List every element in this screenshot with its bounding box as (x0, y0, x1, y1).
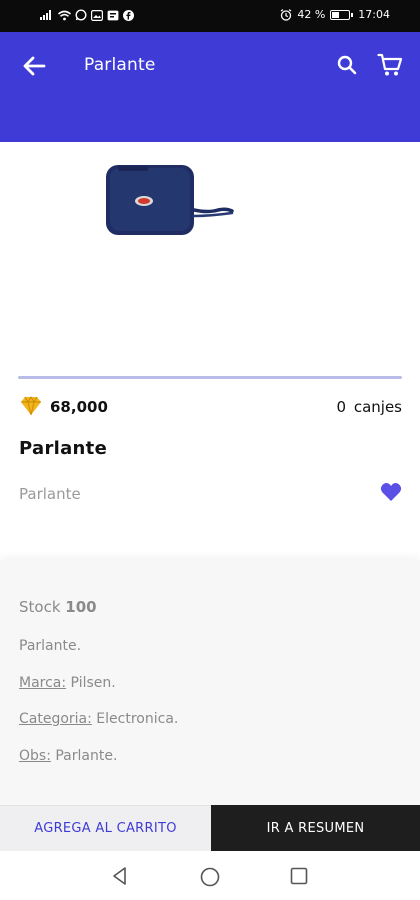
nav-home-icon[interactable] (199, 866, 221, 888)
cart-icon (377, 53, 403, 76)
status-icons-right: 42 % 17:04 (280, 8, 390, 22)
alarm-icon (280, 9, 292, 21)
page-title: Parlante (84, 55, 156, 75)
image-divider (18, 376, 402, 379)
clock: 17:04 (358, 8, 390, 21)
status-bar: 42 % 17:04 (0, 0, 420, 32)
nav-back-icon[interactable] (110, 866, 130, 886)
obs-value: Parlante. (50, 748, 118, 764)
points-value: 68,000 (50, 398, 108, 416)
stock-line: Stock 100 (19, 598, 97, 616)
redeem-count: 0 (336, 398, 346, 416)
gallery-icon (91, 9, 103, 21)
notification-icon (107, 10, 119, 20)
obs-label: Obs: (19, 748, 51, 764)
brand-label: Marca: (19, 675, 67, 691)
search-icon (337, 55, 357, 75)
add-to-cart-button[interactable]: AGREGA AL CARRITO (0, 805, 211, 851)
category-line: Categoria: Electronica. (19, 711, 178, 727)
stock-value: 100 (65, 598, 97, 616)
battery-icon (330, 10, 354, 20)
go-to-summary-button[interactable]: IR A RESUMEN (211, 805, 420, 851)
back-button[interactable] (20, 52, 48, 80)
product-name: Parlante (19, 438, 108, 459)
speaker-image (106, 165, 234, 235)
system-nav-bar (0, 851, 420, 900)
brand-value: Pilsen. (66, 675, 116, 691)
obs-line: Obs: Parlante. (19, 748, 117, 764)
category-label: Categoria: (19, 711, 92, 727)
nav-recent-icon[interactable] (290, 867, 308, 885)
favorite-button[interactable] (380, 482, 404, 504)
facebook-icon (123, 9, 134, 21)
stock-label: Stock (19, 598, 61, 616)
diamond-icon (21, 396, 41, 416)
status-icons-left (40, 9, 134, 21)
signal-icon (40, 10, 51, 20)
category-value: Electronica. (91, 711, 179, 727)
battery-percent: 42 % (297, 8, 326, 21)
whatsapp-icon (75, 9, 87, 21)
wifi-icon (58, 10, 71, 20)
product-description: Parlante. (19, 638, 82, 654)
heart-icon (380, 483, 402, 501)
price-row: 68,000 0 canjes (18, 396, 402, 420)
brand-line: Marca: Pilsen. (19, 675, 116, 691)
app-bar: Parlante (0, 32, 420, 142)
cart-button[interactable] (376, 51, 404, 79)
search-button[interactable] (334, 52, 360, 78)
redeem-label: canjes (353, 398, 402, 416)
product-subtitle: Parlante (19, 485, 81, 503)
back-arrow-icon (23, 56, 46, 76)
product-details: Stock 100 Parlante. Marca: Pilsen. Categ… (0, 560, 420, 805)
